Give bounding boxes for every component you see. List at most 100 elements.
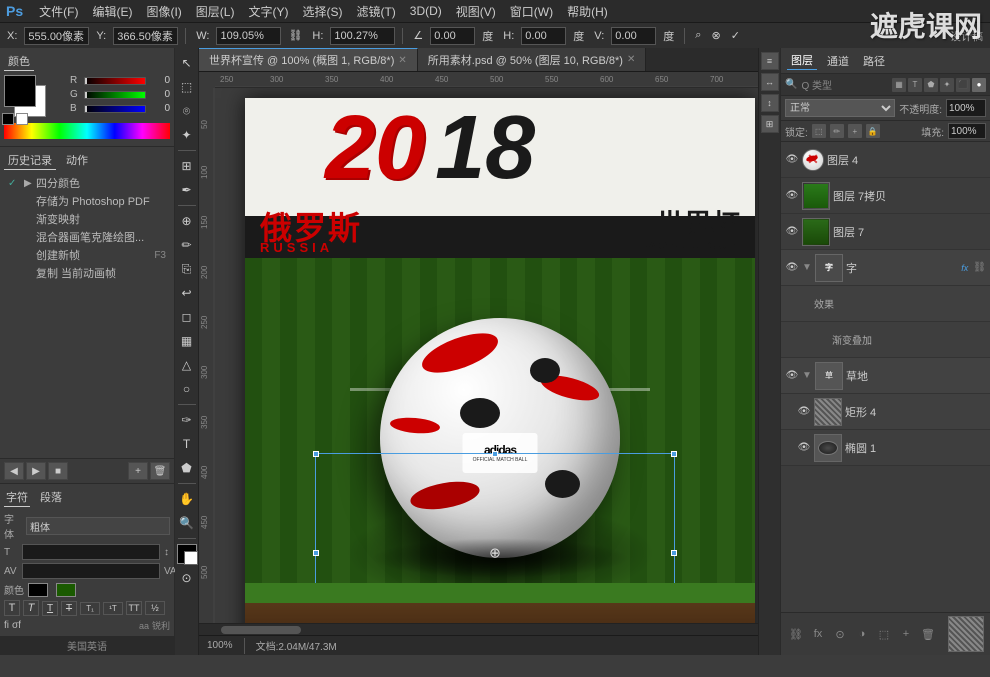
tool-crop[interactable]: ⊞ xyxy=(176,155,198,177)
bold-btn[interactable]: T xyxy=(4,600,20,616)
history-play[interactable]: ▶ xyxy=(26,462,46,480)
history-item-5[interactable]: ✓ ▶ 复制 当前动画帧 xyxy=(4,264,170,282)
color-gradient-bar[interactable] xyxy=(4,123,170,139)
b-slider[interactable] xyxy=(84,105,146,113)
layer-group-btn[interactable]: ⬚ xyxy=(875,625,893,643)
allcaps-btn[interactable]: TT xyxy=(126,601,142,615)
tool-dodge[interactable]: ○ xyxy=(176,378,198,400)
layer-eye-grass[interactable]: 👁 xyxy=(785,369,799,383)
font-family-input[interactable]: 粗体 xyxy=(26,517,170,535)
underline-btn[interactable]: T xyxy=(42,601,58,616)
tool-quick-mask[interactable]: ⊙ xyxy=(176,567,198,589)
toolbar-confirm-icon[interactable]: ✓ xyxy=(728,28,743,43)
tab-layers[interactable]: 图层 xyxy=(787,51,817,70)
tool-select[interactable]: ⬚ xyxy=(176,76,198,98)
toolbar-w-input[interactable] xyxy=(216,27,281,45)
tab-close-0[interactable]: ✕ xyxy=(398,55,406,66)
layer-item-7copy[interactable]: 👁 图层 7拷贝 xyxy=(781,178,990,214)
history-item-0[interactable]: ✓ ▶ 四分颜色 xyxy=(4,174,170,192)
right-tool-0[interactable]: ≡ xyxy=(761,52,779,70)
opacity-input[interactable] xyxy=(946,99,986,117)
text-color-box2[interactable] xyxy=(56,583,76,597)
tab-paths[interactable]: 路径 xyxy=(859,52,889,70)
history-delete[interactable]: 🗑 xyxy=(150,462,170,480)
tool-eraser[interactable]: ◻ xyxy=(176,306,198,328)
filter-shape[interactable]: ⬟ xyxy=(924,78,938,92)
history-stop[interactable]: ■ xyxy=(48,462,68,480)
toolbar-angle-input[interactable] xyxy=(430,27,475,45)
tool-gradient[interactable]: ▦ xyxy=(176,330,198,352)
tool-hand[interactable]: ✋ xyxy=(176,488,198,510)
g-slider[interactable] xyxy=(84,91,146,99)
fi-ligature[interactable]: fi xyxy=(4,620,9,631)
font-size-input[interactable] xyxy=(22,544,160,560)
menu-select[interactable]: 选择(S) xyxy=(296,2,348,21)
layer-item-text-group[interactable]: 👁 ▼ 字 字 fx ⛓ xyxy=(781,250,990,286)
layer-item-gradient[interactable]: 渐变叠加 xyxy=(781,322,990,358)
tracking-input[interactable] xyxy=(22,563,160,579)
layer-eye-7[interactable]: 👁 xyxy=(785,225,799,239)
menu-layer[interactable]: 图层(L) xyxy=(190,2,241,21)
white-swatch[interactable] xyxy=(16,113,28,125)
history-item-4[interactable]: ✓ ▶ 创建新帧 F3 xyxy=(4,246,170,264)
strikethrough-btn[interactable]: T xyxy=(61,601,77,616)
history-prev[interactable]: ◀ xyxy=(4,462,24,480)
tool-move[interactable]: ↖ xyxy=(176,52,198,74)
tab-paragraph[interactable]: 段落 xyxy=(38,488,64,507)
toolbar-warp-icon[interactable]: ⌕ xyxy=(692,28,704,43)
fg-color-box[interactable] xyxy=(4,75,36,107)
toolbar-cancel-icon[interactable]: ⊗ xyxy=(708,28,723,43)
superscript-btn[interactable]: T₁ xyxy=(80,602,100,615)
tool-brush[interactable]: ✏ xyxy=(176,234,198,256)
smallcaps-btn[interactable]: ½ xyxy=(145,601,165,615)
layer-item-ellipse[interactable]: 👁 椭圆 1 xyxy=(781,430,990,466)
filter-fill[interactable]: ⬛ xyxy=(956,78,970,92)
fill-input[interactable] xyxy=(948,123,986,139)
layer-item-grass-group[interactable]: 👁 ▼ 草 草地 xyxy=(781,358,990,394)
tab-history[interactable]: 历史记录 xyxy=(4,151,56,170)
layer-new-btn[interactable]: + xyxy=(897,625,915,643)
r-slider[interactable] xyxy=(84,77,146,85)
layer-eye-ellipse[interactable]: 👁 xyxy=(797,441,811,455)
frac-icon[interactable]: σf xyxy=(12,620,21,631)
menu-file[interactable]: 文件(F) xyxy=(33,2,84,21)
layer-item-7[interactable]: 👁 图层 7 xyxy=(781,214,990,250)
tab-channels[interactable]: 通道 xyxy=(823,52,853,70)
layer-chevron-text[interactable]: ▼ xyxy=(802,262,812,273)
lock-position[interactable]: + xyxy=(848,124,862,138)
filter-smart[interactable]: ✦ xyxy=(940,78,954,92)
layer-eye-rect[interactable]: 👁 xyxy=(797,405,811,419)
toolbar-h-input[interactable] xyxy=(330,27,395,45)
tool-magic-wand[interactable]: ✦ xyxy=(176,124,198,146)
tool-path[interactable]: ✑ xyxy=(176,409,198,431)
history-item-2[interactable]: ✓ ▶ 渐变映射 xyxy=(4,210,170,228)
lock-transparent[interactable]: ⬚ xyxy=(812,124,826,138)
layer-style-btn[interactable]: fx xyxy=(809,625,827,643)
toolbar-y-input[interactable] xyxy=(113,27,178,45)
tool-type[interactable]: T xyxy=(176,433,198,455)
tool-history-brush[interactable]: ↩ xyxy=(176,282,198,304)
menu-edit[interactable]: 编辑(E) xyxy=(86,2,138,21)
filter-pixel[interactable]: ▦ xyxy=(892,78,906,92)
right-tool-3[interactable]: ⊞ xyxy=(761,115,779,133)
menu-type[interactable]: 文字(Y) xyxy=(242,2,294,21)
tool-lasso[interactable]: ⌾ xyxy=(176,100,198,122)
black-swatch[interactable] xyxy=(2,113,14,125)
toolbar-x-input[interactable] xyxy=(24,27,89,45)
layer-adjustment-btn[interactable]: ◑ xyxy=(853,625,871,643)
tab-character[interactable]: 字符 xyxy=(4,488,30,507)
layer-item-rect4[interactable]: 👁 矩形 4 xyxy=(781,394,990,430)
tool-clone[interactable]: ⎘ xyxy=(176,258,198,280)
layer-mask-btn[interactable]: ⊙ xyxy=(831,625,849,643)
canvas-tab-1[interactable]: 所用素材.psd @ 50% (图层 10, RGB/8*) ✕ xyxy=(418,48,647,71)
layer-delete-btn[interactable]: 🗑 xyxy=(919,625,937,643)
layer-item-4[interactable]: 👁 ✕ 图层 4 xyxy=(781,142,990,178)
toolbar-v-input[interactable] xyxy=(611,27,656,45)
tool-shape[interactable]: ⬟ xyxy=(176,457,198,479)
right-tool-2[interactable]: ↕ xyxy=(761,94,779,112)
layer-item-effects[interactable]: 效果 xyxy=(781,286,990,322)
tab-color[interactable]: 颜色 xyxy=(4,52,34,71)
tool-eyedropper[interactable]: ✒ xyxy=(176,179,198,201)
tab-actions[interactable]: 动作 xyxy=(62,151,92,170)
lock-all[interactable]: 🔒 xyxy=(866,124,880,138)
